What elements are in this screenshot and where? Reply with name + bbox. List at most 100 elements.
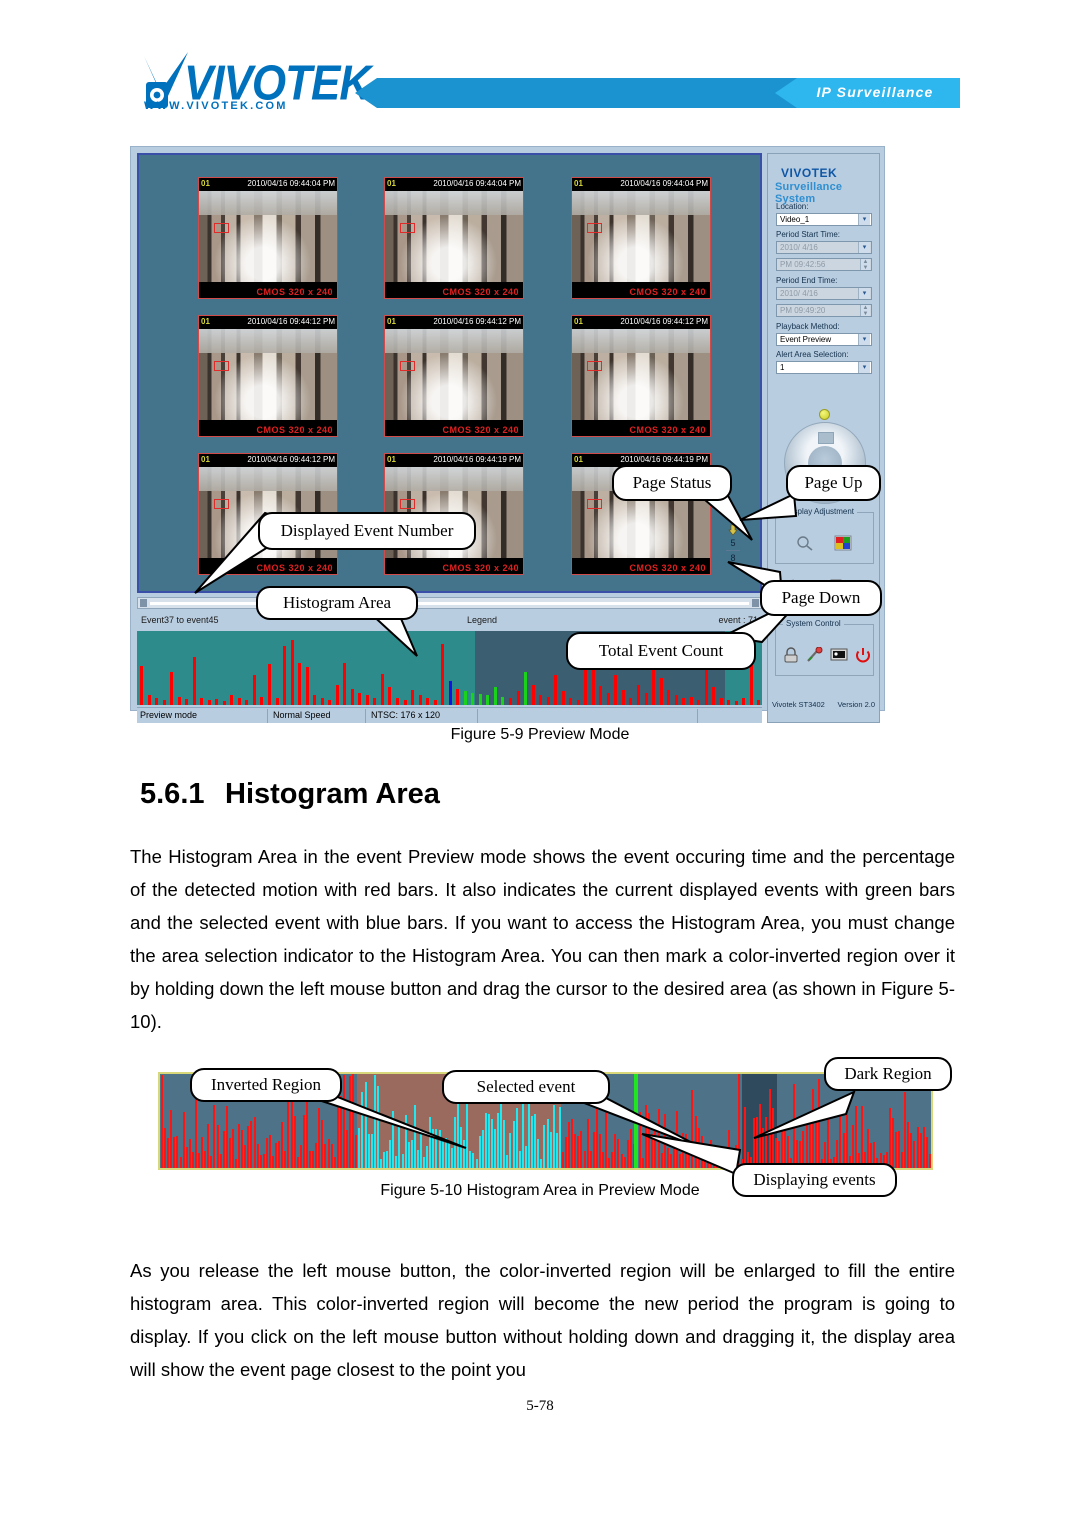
status-format: NTSC: 176 x 120 — [371, 710, 441, 720]
legend-label: Legend — [467, 615, 498, 625]
period-start-date[interactable]: 2010/ 4/16 ▾ — [776, 241, 872, 254]
period-start-label: Period Start Time: — [776, 230, 841, 239]
histogram-bar — [313, 695, 317, 705]
histogram-bar — [235, 1158, 238, 1168]
thumbnail-footer: CMOS 320 x 240 — [199, 420, 337, 436]
histogram-bar — [674, 695, 678, 705]
color-palette-icon[interactable] — [834, 535, 852, 551]
histogram-bar — [484, 1113, 487, 1168]
histogram-bar — [170, 1110, 173, 1168]
video-thumbnail[interactable]: 01 2010/04/16 09:44:12 PM CMOS 320 x 240 — [571, 315, 711, 437]
callout-displayed-event-number: Displayed Event Number — [258, 512, 476, 550]
histogram-bar — [512, 1121, 515, 1168]
histogram-bar — [584, 666, 588, 705]
histogram-bar — [305, 666, 309, 705]
histogram-bar — [380, 673, 384, 705]
histogram-bar — [606, 692, 610, 705]
thumbnail-resolution: CMOS 320 x 240 — [629, 563, 706, 573]
thumbnail-titlebar: 01 2010/04/16 09:44:04 PM — [385, 178, 523, 191]
chevron-down-icon[interactable]: ▾ — [858, 288, 870, 299]
video-thumbnail[interactable]: 01 2010/04/16 09:44:12 PM CMOS 320 x 240 — [198, 315, 338, 437]
page-up-button[interactable] — [818, 432, 834, 444]
histogram-bar — [712, 687, 716, 705]
video-thumbnail[interactable]: 01 2010/04/16 09:44:04 PM CMOS 320 x 240 — [571, 177, 711, 299]
histogram-bar — [516, 691, 520, 705]
figure-5-10-caption: Figure 5-10 Histogram Area in Preview Mo… — [380, 1182, 700, 1199]
histogram-bar — [253, 1117, 256, 1168]
histogram-bar — [155, 698, 159, 705]
callout-text: Page Down — [781, 588, 861, 607]
histogram-bar — [478, 1136, 481, 1168]
histogram-bar — [245, 699, 249, 705]
thumbnail-resolution: CMOS 320 x 240 — [442, 287, 519, 297]
histogram-bar — [204, 1151, 207, 1168]
histogram-bar — [667, 690, 671, 705]
spinner-icon[interactable]: ▲ ▼ — [860, 259, 870, 271]
period-start-time[interactable]: PM 09:42:56 ▲ ▼ — [776, 258, 872, 271]
section-title: Histogram Area — [225, 778, 440, 810]
histogram-bar — [487, 1114, 490, 1168]
video-thumbnail[interactable]: 01 2010/04/16 09:44:04 PM CMOS 320 x 240 — [384, 177, 524, 299]
motion-box — [214, 360, 229, 371]
period-start-time-value: PM 09:42:56 — [780, 260, 826, 269]
period-end-date[interactable]: 2010/ 4/16 ▾ — [776, 287, 872, 300]
thumbnail-timestamp: 2010/04/16 09:44:12 PM — [247, 455, 335, 464]
histogram-bar — [140, 665, 143, 705]
motion-box — [587, 498, 602, 509]
scrollbar-left-handle[interactable] — [140, 599, 147, 607]
histogram-bar — [727, 699, 731, 705]
histogram-bar — [259, 1155, 262, 1168]
monitor-icon[interactable] — [830, 647, 848, 663]
chevron-down-icon[interactable]: ▾ — [858, 214, 870, 225]
thumbnail-resolution: CMOS 320 x 240 — [629, 287, 706, 297]
panel-logo: VIVOTEK — [781, 166, 838, 180]
histogram-bar — [689, 696, 693, 705]
histogram-bar — [555, 1133, 558, 1168]
histogram-bar — [433, 699, 437, 705]
magnifier-icon[interactable] — [796, 535, 814, 551]
alert-area-select[interactable]: 1 ▾ — [776, 361, 872, 374]
scrollbar-track[interactable] — [150, 602, 749, 605]
location-select[interactable]: Video_1 ▾ — [776, 213, 872, 226]
histogram-bar — [463, 691, 467, 705]
histogram-bar — [481, 1130, 484, 1168]
thumbnail-channel-id: 01 — [387, 179, 396, 188]
histogram-bar — [210, 1156, 213, 1168]
period-end-time[interactable]: PM 09:49:20 ▲ ▼ — [776, 304, 872, 317]
spinner-icon[interactable]: ▲ ▼ — [860, 305, 870, 317]
histogram-bar — [531, 1115, 534, 1168]
histogram-bar — [472, 1153, 475, 1168]
lock-icon[interactable] — [782, 647, 800, 663]
thumbnail-resolution: CMOS 320 x 240 — [256, 287, 333, 297]
histogram-bar — [423, 1157, 426, 1168]
thumbnail-resolution: CMOS 320 x 240 — [629, 425, 706, 435]
histogram-bar — [335, 684, 339, 705]
video-thumbnail[interactable]: 01 2010/04/16 09:44:12 PM CMOS 320 x 240 — [384, 315, 524, 437]
histogram-bar — [230, 695, 234, 705]
thumbnail-footer: CMOS 320 x 240 — [385, 282, 523, 298]
histogram-bar — [283, 646, 287, 705]
callout-dark-region: Dark Region — [824, 1057, 952, 1091]
video-thumbnail[interactable]: 01 2010/04/16 09:44:04 PM CMOS 320 x 240 — [198, 177, 338, 299]
histogram-bar — [191, 1152, 194, 1168]
thumbnail-channel-id: 01 — [387, 455, 396, 464]
histogram-bar — [238, 1123, 241, 1168]
power-icon[interactable] — [854, 647, 872, 663]
histogram-bar — [222, 700, 226, 705]
histogram-bar — [501, 696, 505, 705]
chevron-down-icon[interactable]: ▾ — [858, 242, 870, 253]
thumbnail-timestamp: 2010/04/16 09:44:12 PM — [620, 317, 708, 326]
thumbnail-image — [385, 329, 523, 422]
thumbnail-resolution: CMOS 320 x 240 — [256, 425, 333, 435]
chevron-down-icon[interactable]: ▾ — [858, 362, 870, 373]
histogram-bar — [262, 1153, 265, 1168]
settings-tools-icon[interactable] — [806, 647, 824, 663]
chevron-down-icon[interactable]: ▾ — [858, 334, 870, 345]
callout-text: Inverted Region — [211, 1075, 321, 1094]
histogram-bar — [546, 696, 550, 705]
histogram-bar — [309, 1151, 312, 1168]
histogram-bar — [416, 1150, 419, 1168]
histogram-bar — [539, 695, 543, 705]
histogram-bar — [401, 1154, 404, 1168]
playback-method-select[interactable]: Event Preview ▾ — [776, 333, 872, 346]
